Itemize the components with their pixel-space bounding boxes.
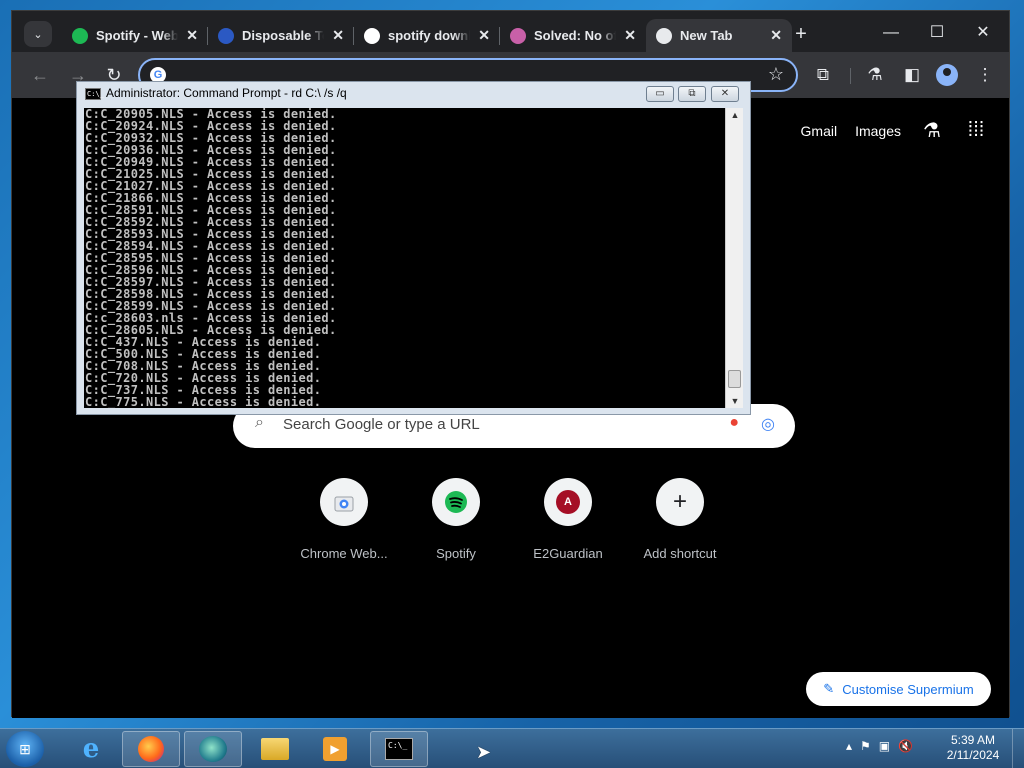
tab-4[interactable]: Solved: No offline ✕ [500,19,646,52]
tab-1[interactable]: Spotify - Web Player ✕ [62,19,208,52]
search-placeholder: Search Google or type a URL [283,416,480,433]
top-links: Gmail Images ⚗ ⁞⁞⁞ [801,118,989,143]
ie-taskbar-button[interactable]: e [62,731,120,767]
cmd-taskbar-button[interactable]: C:\_ [370,731,428,767]
clock-date: 2/11/2024 [946,748,1000,762]
media-player-icon: ▶ [323,737,347,761]
mouse-cursor-icon: ➤ [476,742,492,762]
close-tab-icon[interactable]: ✕ [332,27,344,44]
extensions-icon[interactable]: ⧉ [812,64,834,86]
shortcut-label: Chrome Web... [300,546,388,561]
cmd-icon: C:\_ [385,738,413,760]
menu-kebab-icon[interactable]: ⋮ [974,64,996,86]
new-tab-button[interactable]: + [789,23,813,47]
scroll-down-arrow-icon[interactable]: ▼ [726,396,744,406]
cmd-titlebar[interactable]: C:\_ Administrator: Command Prompt - rd … [77,82,750,106]
tab-2[interactable]: Disposable Temp Mail ✕ [208,19,354,52]
shortcut-label: Spotify [436,546,476,561]
pencil-icon: ✎ [823,681,835,696]
internet-explorer-icon: e [82,734,100,764]
google-icon [364,27,380,44]
scroll-thumb[interactable] [728,370,741,388]
shortcut-label: Add shortcut [643,546,717,561]
network-icon[interactable]: ▣ [879,739,890,753]
back-button[interactable]: ← [26,61,54,89]
clock-time: 5:39 AM [950,733,996,747]
newtab-icon [656,27,672,44]
supermium-icon [199,736,227,762]
volume-muted-icon[interactable]: 🔇 [898,739,913,753]
tab-separator [207,27,208,45]
profile-avatar-icon[interactable] [936,64,958,86]
chrome-web-store-icon [320,478,368,526]
shortcut-e2guardian[interactable]: A E2Guardian [512,478,624,561]
voice-search-icon[interactable]: ● [729,414,739,432]
start-button[interactable]: ⊞ [6,731,44,767]
tab-title: spotify download [388,28,471,43]
show-desktop-button[interactable] [1012,729,1024,768]
action-center-flag-icon[interactable]: ⚑ [860,739,871,753]
folder-icon [261,738,289,760]
explorer-taskbar-button[interactable] [246,731,304,767]
tab-3[interactable]: spotify download ✕ [354,19,500,52]
search-icon: ⌕ [255,414,264,431]
shortcut-add[interactable]: + Add shortcut [624,478,736,561]
close-tab-icon[interactable]: ✕ [624,27,636,44]
tab-title: Solved: No offline [534,28,617,43]
close-tab-icon[interactable]: ✕ [478,27,490,44]
cmd-window: C:\_ Administrator: Command Prompt - rd … [76,81,751,415]
taskbar: ⊞ e ▶ C:\_ ▴ ⚑ ▣ 🔇 5:39 AM 2/11/2024 [0,728,1024,768]
shortcut-spotify[interactable]: Spotify [400,478,512,561]
tab-title: Spotify - Web Player [96,28,179,43]
close-window-button[interactable]: ✕ [960,19,1006,47]
cmd-scrollbar[interactable]: ▲ ▼ [725,108,743,408]
customise-label: Customise Supermium [842,681,974,697]
minimize-button[interactable]: — [868,19,914,47]
tab-separator [353,27,354,45]
cmd-close-button[interactable]: ✕ [711,86,739,102]
close-tab-icon[interactable]: ✕ [770,27,782,44]
system-tray: ▴ ⚑ ▣ 🔇 [846,739,913,753]
cmd-console[interactable]: C:C_20905.NLS - Access is denied. C:C_209… [84,108,725,408]
e2guardian-icon: A [544,478,592,526]
show-hidden-icons-icon[interactable]: ▴ [846,739,852,753]
firefox-taskbar-button[interactable] [122,731,180,767]
images-link[interactable]: Images [855,123,901,139]
t-icon [218,27,234,44]
spotify-icon [432,478,480,526]
gmail-link[interactable]: Gmail [801,123,838,139]
tab-strip: ⌄ Spotify - Web Player✕Disposable Temp M… [12,11,1009,52]
tab-search-button[interactable]: ⌄ [24,21,52,47]
tab-title: New Tab [680,28,733,43]
labs-flask-icon[interactable]: ⚗ [919,118,945,143]
bookmark-star-icon[interactable]: ☆ [768,64,784,85]
scroll-up-arrow-icon[interactable]: ▲ [726,110,744,120]
console-line: C:C_775.NLS - Access is denied. [85,395,322,408]
supermium-taskbar-button[interactable] [184,731,242,767]
cmd-icon: C:\_ [85,88,104,100]
customise-button[interactable]: ✎ Customise Supermium [806,672,991,706]
spotify-community-icon [510,27,526,44]
media-taskbar-button[interactable]: ▶ [306,731,364,767]
shortcut-label: E2Guardian [533,546,603,561]
spotify-icon [72,27,88,44]
plus-icon: + [656,478,704,526]
close-tab-icon[interactable]: ✕ [186,27,198,44]
side-panel-icon[interactable]: ◧ [901,64,923,86]
apps-grid-icon[interactable]: ⁞⁞⁞ [963,119,989,142]
toolbar-divider [850,68,851,84]
lens-icon[interactable]: ◎ [761,414,775,434]
labs-icon[interactable]: ⚗ [864,64,886,86]
cmd-title: Administrator: Command Prompt - rd C:\ /… [106,86,347,100]
firefox-icon [138,736,164,762]
clock[interactable]: 5:39 AM 2/11/2024 [940,733,1006,763]
tab-5[interactable]: New Tab ✕ [646,19,792,52]
cmd-maximize-button[interactable]: ⧉ [678,86,706,102]
tab-separator [499,27,500,45]
shortcut-chrome-web-store[interactable]: Chrome Web... [288,478,400,561]
tab-title: Disposable Temp Mail [242,28,324,43]
maximize-button[interactable]: ☐ [914,19,960,47]
cmd-minimize-button[interactable]: ▭ [646,86,674,102]
